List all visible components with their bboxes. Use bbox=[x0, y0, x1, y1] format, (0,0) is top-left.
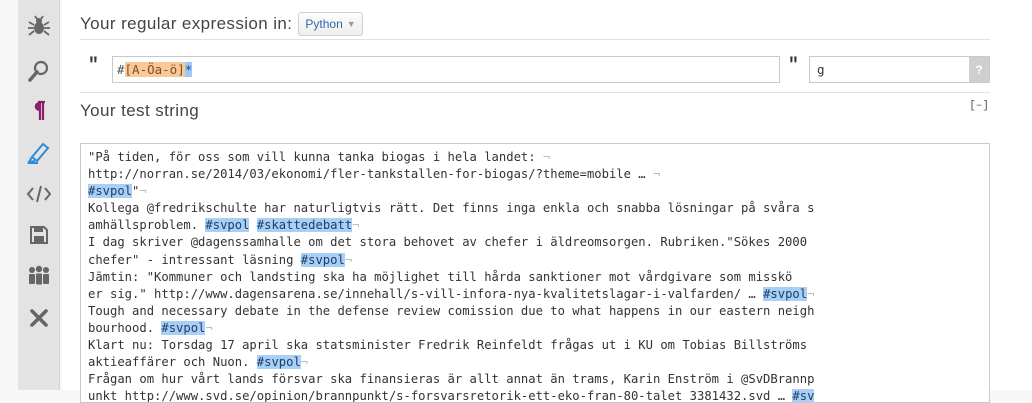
match-highlight: #svpol bbox=[300, 252, 345, 267]
line-end-marker: ¬ bbox=[352, 218, 360, 233]
save-button[interactable] bbox=[18, 216, 60, 254]
line-end-marker: ¬ bbox=[542, 150, 551, 164]
test-text: amhällsproblem. bbox=[88, 218, 206, 233]
flavor-select[interactable]: Python ▼ bbox=[298, 12, 363, 36]
highlighter-icon bbox=[27, 142, 50, 164]
test-line: Frågan om hur vårt lands försvar ska fin… bbox=[88, 371, 982, 388]
regex-header: Your regular expression in: Python ▼ bbox=[80, 10, 363, 38]
test-text: "På tiden, för oss som vill kunna tanka … bbox=[88, 150, 543, 164]
code-generator-button[interactable] bbox=[18, 175, 60, 213]
bug-icon bbox=[28, 15, 50, 36]
regex-token-char-class: [A-Öa-ö] bbox=[124, 62, 185, 77]
explain-button[interactable] bbox=[18, 52, 60, 90]
substitution-button[interactable] bbox=[18, 92, 60, 130]
test-text: Tough and necessary debate in the defens… bbox=[88, 303, 815, 318]
test-text bbox=[249, 218, 256, 232]
test-text: Klart nu: Torsdag 17 april ska statsmini… bbox=[88, 338, 815, 353]
line-end-marker: ¬ bbox=[653, 167, 661, 182]
users-icon bbox=[29, 265, 49, 285]
match-highlight: #svpol bbox=[88, 184, 133, 199]
flags-input[interactable]: g ? bbox=[809, 56, 990, 83]
test-line: Jämtin: "Kommuner och landsting ska ha m… bbox=[88, 269, 982, 286]
close-icon bbox=[30, 309, 48, 327]
community-button[interactable] bbox=[18, 256, 60, 294]
test-string-title: Your test string bbox=[80, 101, 200, 120]
test-text: chefer" - intressant läsning bbox=[88, 252, 301, 267]
test-line: chefer" - intressant läsning #svpol¬ bbox=[88, 252, 982, 269]
delete-button[interactable] bbox=[18, 299, 60, 337]
test-line: Tough and necessary debate in the defens… bbox=[88, 303, 982, 320]
test-line: amhällsproblem. #svpol #skattedebatt¬ bbox=[88, 217, 982, 234]
test-line: I dag skriver @dagenssamhalle om det sto… bbox=[88, 234, 982, 251]
match-highlight: #skattedebatt bbox=[256, 218, 353, 233]
flags-value: g bbox=[817, 62, 825, 77]
test-line: er sig." http://www.dagensarena.se/inneh… bbox=[88, 286, 982, 303]
regex-token-literal: # bbox=[117, 62, 125, 77]
test-text: http://norran.se/2014/03/ekonomi/fler-ta… bbox=[88, 167, 653, 182]
test-text: Jämtin: "Kommuner och landsting ska ha m… bbox=[88, 269, 793, 284]
test-text: bourhood. bbox=[88, 320, 162, 335]
regex-close-quote: " bbox=[788, 56, 799, 76]
code-icon bbox=[26, 185, 52, 203]
test-text: unkt http://www.svd.se/opinion/brannpunk… bbox=[88, 389, 793, 403]
line-end-marker: ¬ bbox=[300, 355, 309, 370]
line-end-marker: ¬ bbox=[139, 184, 147, 199]
regex-input[interactable]: #[A-Öa-ö]* bbox=[112, 56, 780, 83]
debugger-button[interactable] bbox=[18, 8, 60, 46]
test-string-input[interactable]: "På tiden, för oss som vill kunna tanka … bbox=[80, 143, 990, 403]
test-line: Kollega @fredrikschulte har naturligtvis… bbox=[88, 200, 982, 217]
test-line: aktieaffärer och Nuon. #svpol¬ bbox=[88, 354, 982, 371]
regex-open-quote: " bbox=[88, 56, 99, 76]
collapse-toggle[interactable]: [–] bbox=[969, 100, 989, 112]
test-text: er sig." http://www.dagensarena.se/inneh… bbox=[88, 286, 764, 301]
chevron-down-icon: ▼ bbox=[346, 19, 356, 29]
test-line: unkt http://www.svd.se/opinion/brannpunk… bbox=[88, 388, 982, 403]
test-line: #svpol"¬ bbox=[88, 183, 982, 200]
test-line: http://norran.se/2014/03/ekonomi/fler-ta… bbox=[88, 166, 982, 183]
regex-token-quantifier: * bbox=[184, 62, 193, 77]
test-line: bourhood. #svpol¬ bbox=[88, 320, 982, 337]
pilcrow-icon bbox=[34, 100, 45, 120]
magnifier-icon bbox=[28, 60, 49, 82]
test-text: Frågan om hur vårt lands försvar ska fin… bbox=[88, 372, 815, 387]
line-end-marker: ¬ bbox=[344, 252, 353, 267]
test-text: Kollega @fredrikschulte har naturligtvis… bbox=[88, 201, 815, 216]
test-line: "På tiden, för oss som vill kunna tanka … bbox=[88, 149, 982, 166]
line-end-marker: ¬ bbox=[807, 286, 815, 301]
test-text: I dag skriver @dagenssamhalle om det sto… bbox=[88, 235, 815, 250]
test-line: Klart nu: Torsdag 17 april ska statsmini… bbox=[88, 337, 982, 354]
match-highlight-button[interactable] bbox=[18, 133, 60, 171]
test-text: aktieaffärer och Nuon. bbox=[88, 355, 257, 370]
divider bbox=[80, 39, 990, 40]
match-highlight: #svpol bbox=[161, 320, 206, 335]
match-highlight: #svpol bbox=[763, 286, 808, 301]
save-icon bbox=[30, 226, 48, 244]
flavor-label: Python bbox=[305, 17, 343, 31]
flags-help-button[interactable]: ? bbox=[969, 57, 989, 82]
toolbar-sidebar bbox=[18, 0, 60, 390]
divider bbox=[80, 92, 990, 93]
match-highlight: #svpol bbox=[205, 218, 250, 233]
line-end-marker: ¬ bbox=[205, 320, 213, 335]
regex-title: Your regular expression in: bbox=[80, 14, 293, 33]
main-panel: Your regular expression in: Python ▼ " #… bbox=[62, 0, 1032, 403]
match-highlight: #sv bbox=[792, 389, 815, 403]
match-highlight: #svpol bbox=[256, 355, 301, 370]
